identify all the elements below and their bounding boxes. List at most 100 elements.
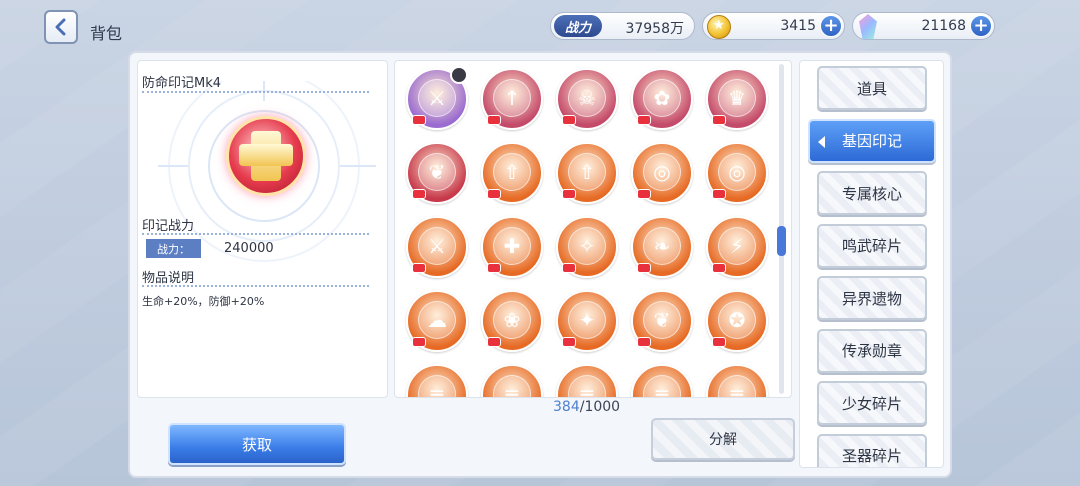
divider xyxy=(142,285,369,287)
emblem-item[interactable]: ✪ xyxy=(706,290,768,352)
emblem-item[interactable]: ≡ xyxy=(481,364,543,397)
emblem-item[interactable]: ⚔ xyxy=(406,216,468,278)
sword-icon: ⚔ xyxy=(418,227,456,265)
crest-icon: ♛ xyxy=(718,79,756,117)
leaf-icon: ❧ xyxy=(643,227,681,265)
tab-2[interactable]: 专属核心 xyxy=(817,171,927,215)
emblem-tag-icon xyxy=(562,337,576,347)
emblem-tag-icon xyxy=(562,263,576,273)
tab-0[interactable]: 道具 xyxy=(817,66,927,110)
page-title: 背包 xyxy=(90,24,123,43)
divider xyxy=(142,233,369,235)
emblem-item[interactable]: ⚔ xyxy=(406,66,468,130)
add-coins-button[interactable]: + xyxy=(820,15,842,37)
tab-5[interactable]: 传承勋章 xyxy=(817,328,927,373)
skull-icon: ☠ xyxy=(568,79,606,117)
emblem-item[interactable]: ◎ xyxy=(631,142,693,204)
tab-7[interactable]: 圣器碎片 xyxy=(817,433,927,467)
emblem-item[interactable]: ≡ xyxy=(706,364,768,397)
item-description: 生命+20%，防御+20% xyxy=(142,295,265,308)
gem-display: 21168 + xyxy=(852,12,995,40)
frog-icon: ✿ xyxy=(643,79,681,117)
emblem-tag-icon xyxy=(712,263,726,273)
shield-break-icon: ✧ xyxy=(568,227,606,265)
emblem-item[interactable]: ≡ xyxy=(406,364,468,397)
emblem-tag-icon xyxy=(637,189,651,199)
power-tag: 战力： xyxy=(146,239,201,258)
emblem-item[interactable]: ⚡ xyxy=(706,216,768,278)
feather-icon: ❦ xyxy=(643,301,681,339)
emblem-item[interactable]: ✧ xyxy=(556,216,618,278)
tab-6[interactable]: 少女碎片 xyxy=(817,381,927,425)
inventory-current: 384 xyxy=(553,399,580,415)
inventory-total: /1000 xyxy=(579,399,621,415)
get-button[interactable]: 获取 xyxy=(168,423,346,465)
bat-icon: ✦ xyxy=(568,301,606,339)
emblem-tag-icon xyxy=(637,115,651,125)
divider xyxy=(142,91,369,93)
emblem-tag-icon xyxy=(412,115,426,125)
shield-hand-icon: ⚔ xyxy=(418,79,456,117)
emblem-tag-icon xyxy=(487,263,501,273)
back-button[interactable] xyxy=(44,10,78,44)
emblem-item[interactable]: ❀ xyxy=(481,290,543,352)
coin-value: 3415 xyxy=(780,18,816,34)
tab-3[interactable]: 鸣武碎片 xyxy=(817,223,927,268)
decompose-button[interactable]: 分解 xyxy=(651,418,795,460)
emblem-tag-icon xyxy=(562,115,576,125)
emblem-item[interactable]: ❧ xyxy=(631,216,693,278)
emblem-item[interactable]: ♛ xyxy=(706,68,768,130)
item-detail-panel: 防命印记Mk4 印记战力 战力： 240000 物品说明 生命+20%，防御+2… xyxy=(137,60,388,398)
emblem-item[interactable]: ✦ xyxy=(556,290,618,352)
emblem-item[interactable]: ≡ xyxy=(631,364,693,397)
add-gems-button[interactable]: + xyxy=(970,15,992,37)
chevron-left-icon xyxy=(55,18,66,36)
up-arrows-icon: ⇧ xyxy=(568,153,606,191)
scrollbar-thumb[interactable] xyxy=(777,226,786,256)
arrows-icon: ↑ xyxy=(493,79,531,117)
lightning-icon: ⚡ xyxy=(718,227,756,265)
cross-icon: ✚ xyxy=(493,227,531,265)
item-name: 防命印记Mk4 xyxy=(142,76,222,91)
emblem-tag-icon xyxy=(637,263,651,273)
power-section-title: 印记战力 xyxy=(142,219,195,234)
stripes-icon: ≡ xyxy=(418,375,456,397)
emblem-tag-icon xyxy=(487,115,501,125)
stripes-icon: ≡ xyxy=(718,375,756,397)
tab-1[interactable]: 基因印记 xyxy=(808,118,936,163)
stripes-icon: ≡ xyxy=(643,375,681,397)
gem-icon xyxy=(859,14,877,39)
emblem-item[interactable]: ⇧ xyxy=(481,142,543,204)
emblem-item[interactable]: ≡ xyxy=(556,364,618,397)
emblem-tag-icon xyxy=(562,189,576,199)
emblem-item[interactable]: ❦ xyxy=(406,142,468,204)
wing-icon: ❀ xyxy=(493,301,531,339)
emblem-item[interactable]: ✚ xyxy=(481,216,543,278)
item-power-value: 240000 xyxy=(224,241,274,256)
selected-emblem-icon xyxy=(226,116,306,196)
coin-icon xyxy=(707,15,731,39)
ghost-icon: ☁ xyxy=(418,301,456,339)
emblem-item[interactable]: ☠ xyxy=(556,68,618,130)
emblem-tag-icon xyxy=(712,337,726,347)
inventory-count: 384/1000 xyxy=(553,399,620,415)
leaves-icon: ❦ xyxy=(418,153,456,191)
emblem-item[interactable]: ❦ xyxy=(631,290,693,352)
emblem-item[interactable]: ✿ xyxy=(631,68,693,130)
stripes-icon: ≡ xyxy=(493,375,531,397)
emblem-item[interactable]: ⇧ xyxy=(556,142,618,204)
emblem-grid: ⚔ ↑ ☠ ✿ ♛ ❦ ⇧ ⇧ ◎ ◎ ⚔ ✚ ✧ ❧ ⚡ ☁ ❀ ✦ ❦ ✪ ≡ ≡ ≡ ≡ ≡ xyxy=(406,66,768,397)
emblem-tag-icon xyxy=(412,337,426,347)
emblem-tag-icon xyxy=(637,337,651,347)
swirl-icon: ◎ xyxy=(643,153,681,191)
category-tabs: 道具基因印记专属核心鸣武碎片异界遗物传承勋章少女碎片圣器碎片 xyxy=(799,60,944,468)
emblem-item[interactable]: ◎ xyxy=(706,142,768,204)
power-value: 37958万 xyxy=(625,21,684,37)
emblem-item[interactable]: ↑ xyxy=(481,68,543,130)
emblem-item[interactable]: ☁ xyxy=(406,290,468,352)
emblem-grid-container[interactable]: ⚔ ↑ ☠ ✿ ♛ ❦ ⇧ ⇧ ◎ ◎ ⚔ ✚ ✧ ❧ ⚡ ☁ ❀ ✦ ❦ ✪ ≡ ≡ ≡ ≡ ≡ xyxy=(394,60,792,398)
emblem-tag-icon xyxy=(412,263,426,273)
tab-4[interactable]: 异界遗物 xyxy=(817,276,927,320)
bird-icon: ✪ xyxy=(718,301,756,339)
emblem-tag-icon xyxy=(712,189,726,199)
